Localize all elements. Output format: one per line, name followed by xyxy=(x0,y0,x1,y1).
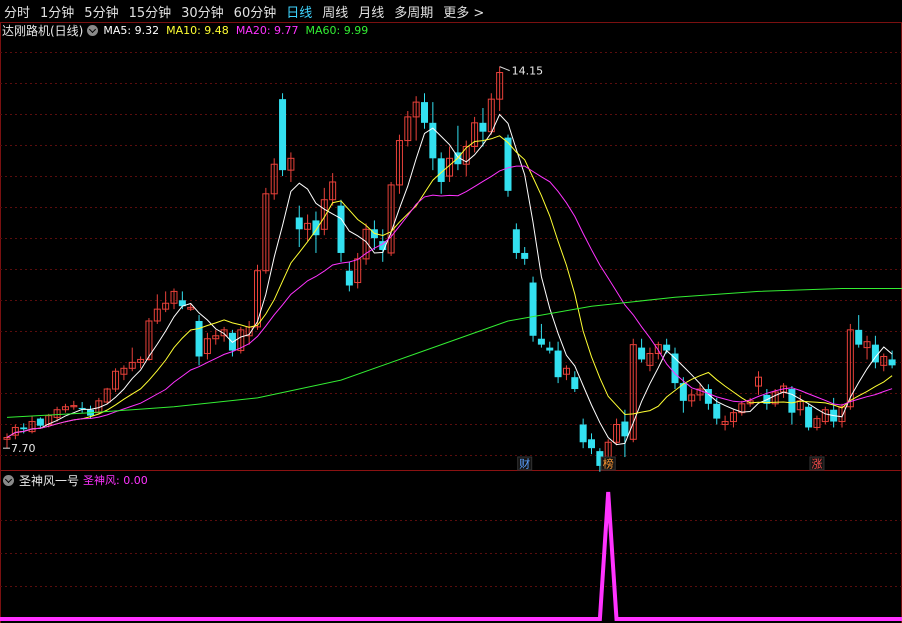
candle-body xyxy=(713,403,721,419)
low-label: 7.70 xyxy=(11,442,36,455)
candle-body xyxy=(479,122,487,132)
candle-body xyxy=(521,252,529,259)
event-marker: 榜 xyxy=(603,457,614,471)
event-marker: 财 xyxy=(519,457,530,471)
indicator-legend: 圣神风一号 圣神风: 0.00 xyxy=(2,472,155,488)
candle-body xyxy=(295,217,303,230)
candle-body xyxy=(537,338,545,345)
candle-body xyxy=(855,329,863,345)
chevron-down-icon[interactable] xyxy=(3,474,14,486)
candle-body xyxy=(554,350,562,378)
candle-body xyxy=(345,270,353,286)
high-label: 14.15 xyxy=(512,65,544,78)
indicator-line xyxy=(0,491,902,621)
candle-body xyxy=(529,282,537,336)
candle-body xyxy=(788,389,796,413)
candle-body xyxy=(621,421,629,437)
candle-body xyxy=(571,377,579,390)
candle-body xyxy=(36,418,44,426)
candle-body xyxy=(546,347,554,351)
ma-line xyxy=(6,165,893,438)
candle-body xyxy=(20,427,28,430)
high-pointer xyxy=(499,66,510,72)
candle-body xyxy=(579,424,587,443)
price-chart: 14.15 7.70 财 榜 涨 xyxy=(0,22,902,623)
candle-body xyxy=(279,99,287,171)
indicator-title: 圣神风一号 xyxy=(19,473,80,488)
candle-body xyxy=(512,229,520,253)
candle-body xyxy=(638,347,646,360)
candle-body xyxy=(421,102,428,123)
candle-body xyxy=(337,205,345,253)
candle-body xyxy=(888,359,896,366)
event-marker: 涨 xyxy=(811,458,822,471)
indicator-value: 圣神风: 0.00 xyxy=(83,474,148,487)
candle-body xyxy=(588,439,595,449)
candle-body xyxy=(805,406,813,428)
candle-body xyxy=(663,344,671,351)
candle-body xyxy=(195,320,203,357)
